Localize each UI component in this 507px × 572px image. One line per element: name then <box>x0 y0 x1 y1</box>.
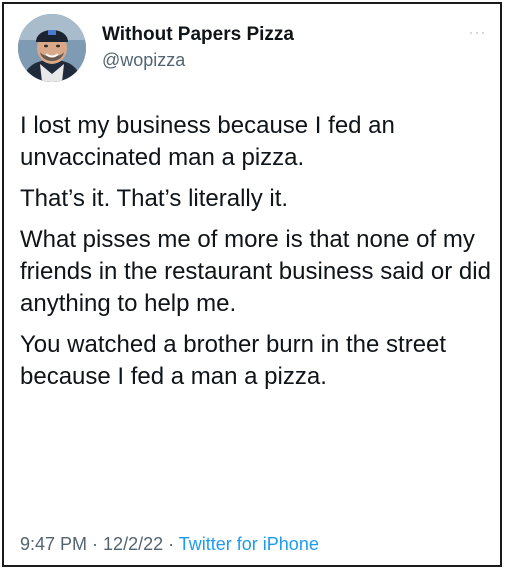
tweet-paragraph: I lost my business because I fed an unva… <box>20 112 395 171</box>
meta-separator: · <box>87 534 104 554</box>
display-name[interactable]: Without Papers Pizza <box>102 24 294 46</box>
tweet-header: Without Papers Pizza @wopizza <box>18 14 488 84</box>
tweet-paragraph: That’s it. That’s literally it. <box>20 185 289 212</box>
tweet-time[interactable]: 9:47 PM <box>20 534 87 554</box>
more-dots-icon[interactable] <box>470 30 484 36</box>
tweet-meta: 9:47 PM · 12/2/22 · Twitter for iPhone <box>20 532 319 556</box>
tweet-source-link[interactable]: Twitter for iPhone <box>179 534 319 554</box>
avatar[interactable] <box>18 14 86 82</box>
user-handle[interactable]: @wopizza <box>102 48 294 72</box>
tweet-paragraph: What pisses me of more is that none of m… <box>20 226 491 317</box>
author-names: Without Papers Pizza @wopizza <box>102 24 294 72</box>
meta-separator: · <box>163 534 179 554</box>
tweet-paragraph: You watched a brother burn in the street… <box>20 331 447 390</box>
profile-photo-icon <box>18 14 86 82</box>
tweet-date[interactable]: 12/2/22 <box>103 534 163 554</box>
tweet-text: I lost my business because I fed an unva… <box>20 110 495 402</box>
tweet-card: Without Papers Pizza @wopizza I lost my … <box>2 2 502 567</box>
